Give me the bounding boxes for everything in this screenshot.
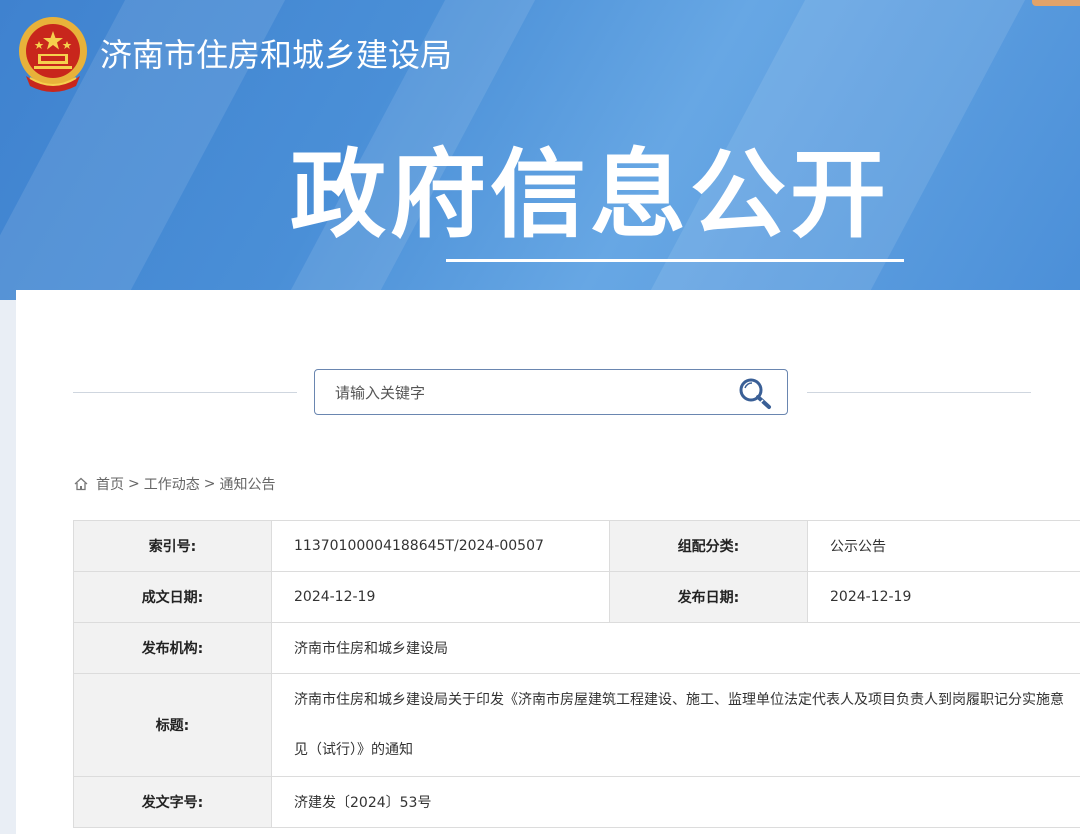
breadcrumb-separator: >: [128, 476, 140, 492]
table-row: 成文日期: 2024-12-19 发布日期: 2024-12-19: [73, 571, 1080, 623]
doc-number-value: 济建发〔2024〕53号: [271, 776, 1080, 828]
agency-label: 发布机构:: [73, 622, 272, 674]
header-banner: 济南市住房和城乡建设局 政府信息公开: [0, 0, 1080, 300]
category-label: 组配分类:: [609, 520, 808, 572]
banner-title: 政府信息公开: [290, 139, 890, 251]
breadcrumb-separator: >: [203, 476, 216, 492]
main-content: 首页 > 工作动态 > 通知公告 索引号: 11370100004188645T…: [16, 290, 1080, 834]
breadcrumb-current[interactable]: 通知公告: [219, 474, 275, 494]
title-label: 标题:: [73, 673, 272, 777]
category-value: 公示公告: [807, 520, 1080, 572]
agency-value: 济南市住房和城乡建设局: [271, 622, 1080, 674]
written-date-label: 成文日期:: [73, 571, 272, 623]
corner-tab: [1032, 0, 1080, 6]
table-row: 发文字号: 济建发〔2024〕53号: [73, 776, 1080, 828]
table-row: 索引号: 11370100004188645T/2024-00507 组配分类:…: [73, 520, 1080, 572]
divider-right: [807, 392, 1031, 393]
doc-number-label: 发文字号:: [73, 776, 272, 828]
search-box: [314, 369, 788, 415]
national-emblem-icon[interactable]: [16, 14, 90, 94]
publish-date-value: 2024-12-19: [807, 571, 1080, 623]
written-date-value: 2024-12-19: [271, 571, 610, 623]
search-icon[interactable]: [737, 376, 773, 410]
table-row: 标题: 济南市住房和城乡建设局关于印发《济南市房屋建筑工程建设、施工、监理单位法…: [73, 673, 1080, 777]
publish-date-label: 发布日期:: [609, 571, 808, 623]
index-label: 索引号:: [73, 520, 272, 572]
divider-left: [73, 392, 297, 393]
table-row: 发布机构: 济南市住房和城乡建设局: [73, 622, 1080, 674]
site-name[interactable]: 济南市住房和城乡建设局: [100, 30, 452, 76]
home-icon: [74, 477, 88, 491]
title-underline: [446, 259, 904, 262]
title-value: 济南市住房和城乡建设局关于印发《济南市房屋建筑工程建设、施工、监理单位法定代表人…: [271, 673, 1080, 777]
document-meta-table: 索引号: 11370100004188645T/2024-00507 组配分类:…: [73, 520, 1080, 828]
breadcrumb-section[interactable]: 工作动态: [144, 474, 200, 494]
breadcrumb-home[interactable]: 首页: [96, 474, 124, 494]
index-value: 11370100004188645T/2024-00507: [271, 520, 610, 572]
breadcrumb: 首页 > 工作动态 > 通知公告: [74, 474, 275, 494]
search-input[interactable]: [333, 380, 727, 406]
